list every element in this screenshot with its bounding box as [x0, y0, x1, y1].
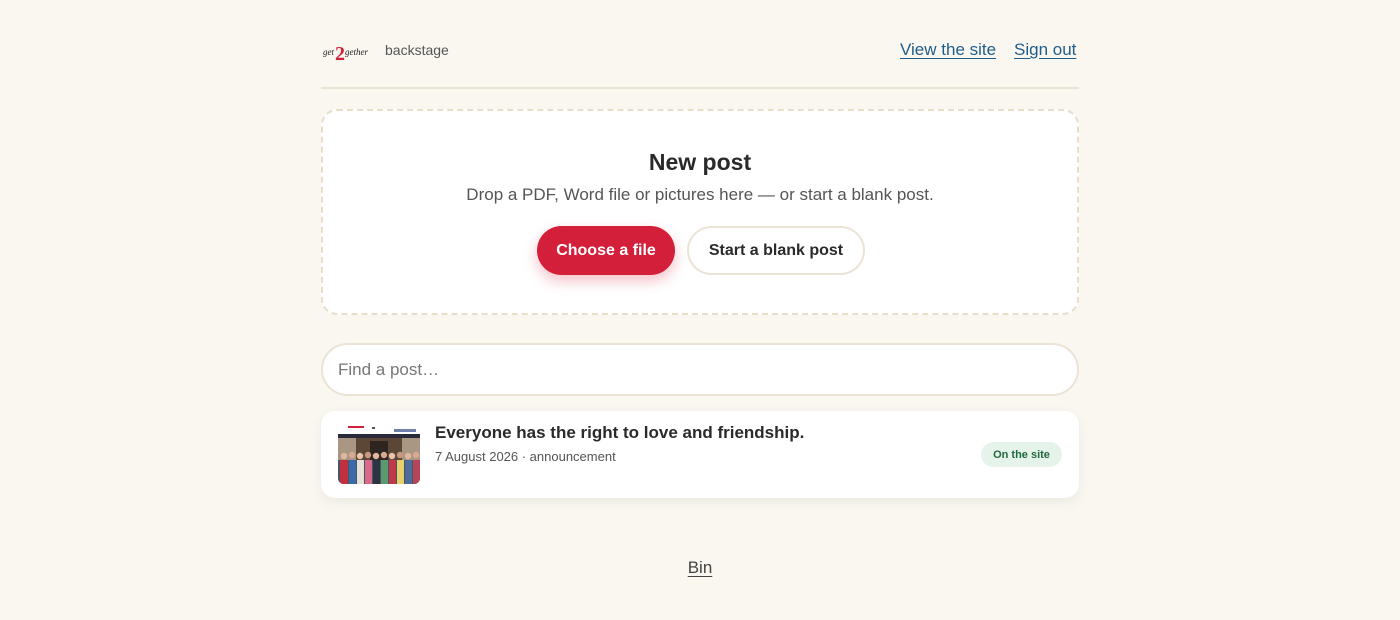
search-input[interactable]	[321, 343, 1079, 396]
get2gether-logo: get 2 gether	[323, 43, 368, 65]
post-thumbnail-image	[338, 425, 420, 484]
sign-out-link[interactable]: Sign out	[1014, 40, 1076, 60]
bin-link-row: Bin	[321, 558, 1079, 578]
post-thumbnail	[338, 425, 420, 484]
new-post-title: New post	[648, 149, 752, 175]
start-blank-post-button[interactable]: Start a blank post	[687, 226, 865, 275]
choose-file-button[interactable]: Choose a file	[537, 226, 675, 275]
post-title: Everyone has the right to love and frien…	[435, 423, 805, 442]
status-badge: On the site	[981, 442, 1062, 467]
post-row[interactable]: Everyone has the right to love and frien…	[321, 411, 1079, 498]
view-site-link[interactable]: View the site	[900, 40, 996, 60]
new-post-dropzone[interactable]: New post Drop a PDF, Word file or pictur…	[321, 109, 1079, 315]
svg-text:gether: gether	[345, 47, 368, 57]
logo[interactable]: get 2 gether	[323, 40, 369, 65]
svg-text:2: 2	[335, 43, 345, 64]
new-post-description: Drop a PDF, Word file or pictures here —…	[466, 185, 934, 204]
svg-text:get: get	[323, 47, 334, 57]
brand-subtitle: backstage	[385, 42, 449, 58]
bin-link[interactable]: Bin	[688, 558, 713, 577]
post-meta: 7 August 2026 · announcement	[435, 449, 616, 464]
header: get 2 gether backstage View the site Sig…	[321, 0, 1079, 89]
